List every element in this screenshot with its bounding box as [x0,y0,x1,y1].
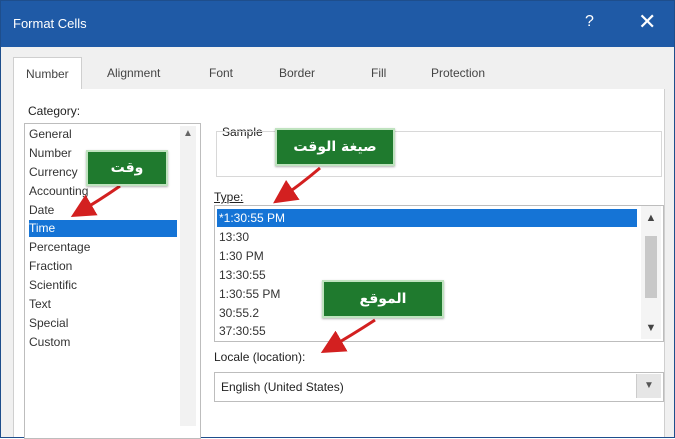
close-button[interactable]: ✕ [638,9,656,35]
type-scrollbar[interactable]: ▲ ▼ [641,206,661,339]
category-item-general[interactable]: General [29,126,177,143]
category-item-custom[interactable]: Custom [29,334,177,351]
help-button[interactable]: ? [585,13,594,31]
dialog-title: Format Cells [13,16,87,31]
scroll-thumb[interactable] [645,236,657,298]
type-item[interactable]: *1:30:55 PM [217,209,637,227]
type-item[interactable]: 13:30 [217,228,637,246]
chevron-down-icon[interactable]: ▼ [641,322,661,334]
tab-border[interactable]: Border [277,57,317,89]
category-item-scientific[interactable]: Scientific [29,277,177,294]
locale-select[interactable]: English (United States) ▼ [214,372,664,402]
tab-alignment[interactable]: Alignment [105,57,162,89]
annotation-time: وقت [86,150,168,186]
tab-font[interactable]: Font [207,57,235,89]
type-label: Type: [214,190,244,204]
tab-strip: Number Alignment Font Border Fill Protec… [13,57,663,91]
tab-fill[interactable]: Fill [369,57,388,89]
category-item-percentage[interactable]: Percentage [29,239,177,256]
chevron-up-icon[interactable]: ▲ [641,212,661,224]
category-item-special[interactable]: Special [29,315,177,332]
category-item-text[interactable]: Text [29,296,177,313]
category-label: Category: [28,104,81,118]
category-item-fraction[interactable]: Fraction [29,258,177,275]
type-item[interactable]: 37:30:55 [217,322,637,340]
category-item-date[interactable]: Date [29,202,177,219]
tab-number[interactable]: Number [13,57,82,91]
type-list[interactable]: *1:30:55 PM 13:30 1:30 PM 13:30:55 1:30:… [214,205,664,342]
type-item[interactable]: 1:30 PM [217,247,637,265]
annotation-time-format: صيغة الوقت [275,128,395,166]
chevron-down-icon[interactable]: ▼ [636,374,661,398]
locale-label: Locale (location): [214,350,306,364]
locale-value: English (United States) [221,380,344,394]
title-bar: Format Cells ? ✕ [1,1,674,47]
category-item-time[interactable]: Time [29,220,177,237]
chevron-up-icon[interactable]: ▲ [180,126,196,142]
category-scrollbar[interactable]: ▲ [180,126,196,426]
tab-protection[interactable]: Protection [429,57,487,89]
annotation-locale: الموقع [322,280,444,318]
